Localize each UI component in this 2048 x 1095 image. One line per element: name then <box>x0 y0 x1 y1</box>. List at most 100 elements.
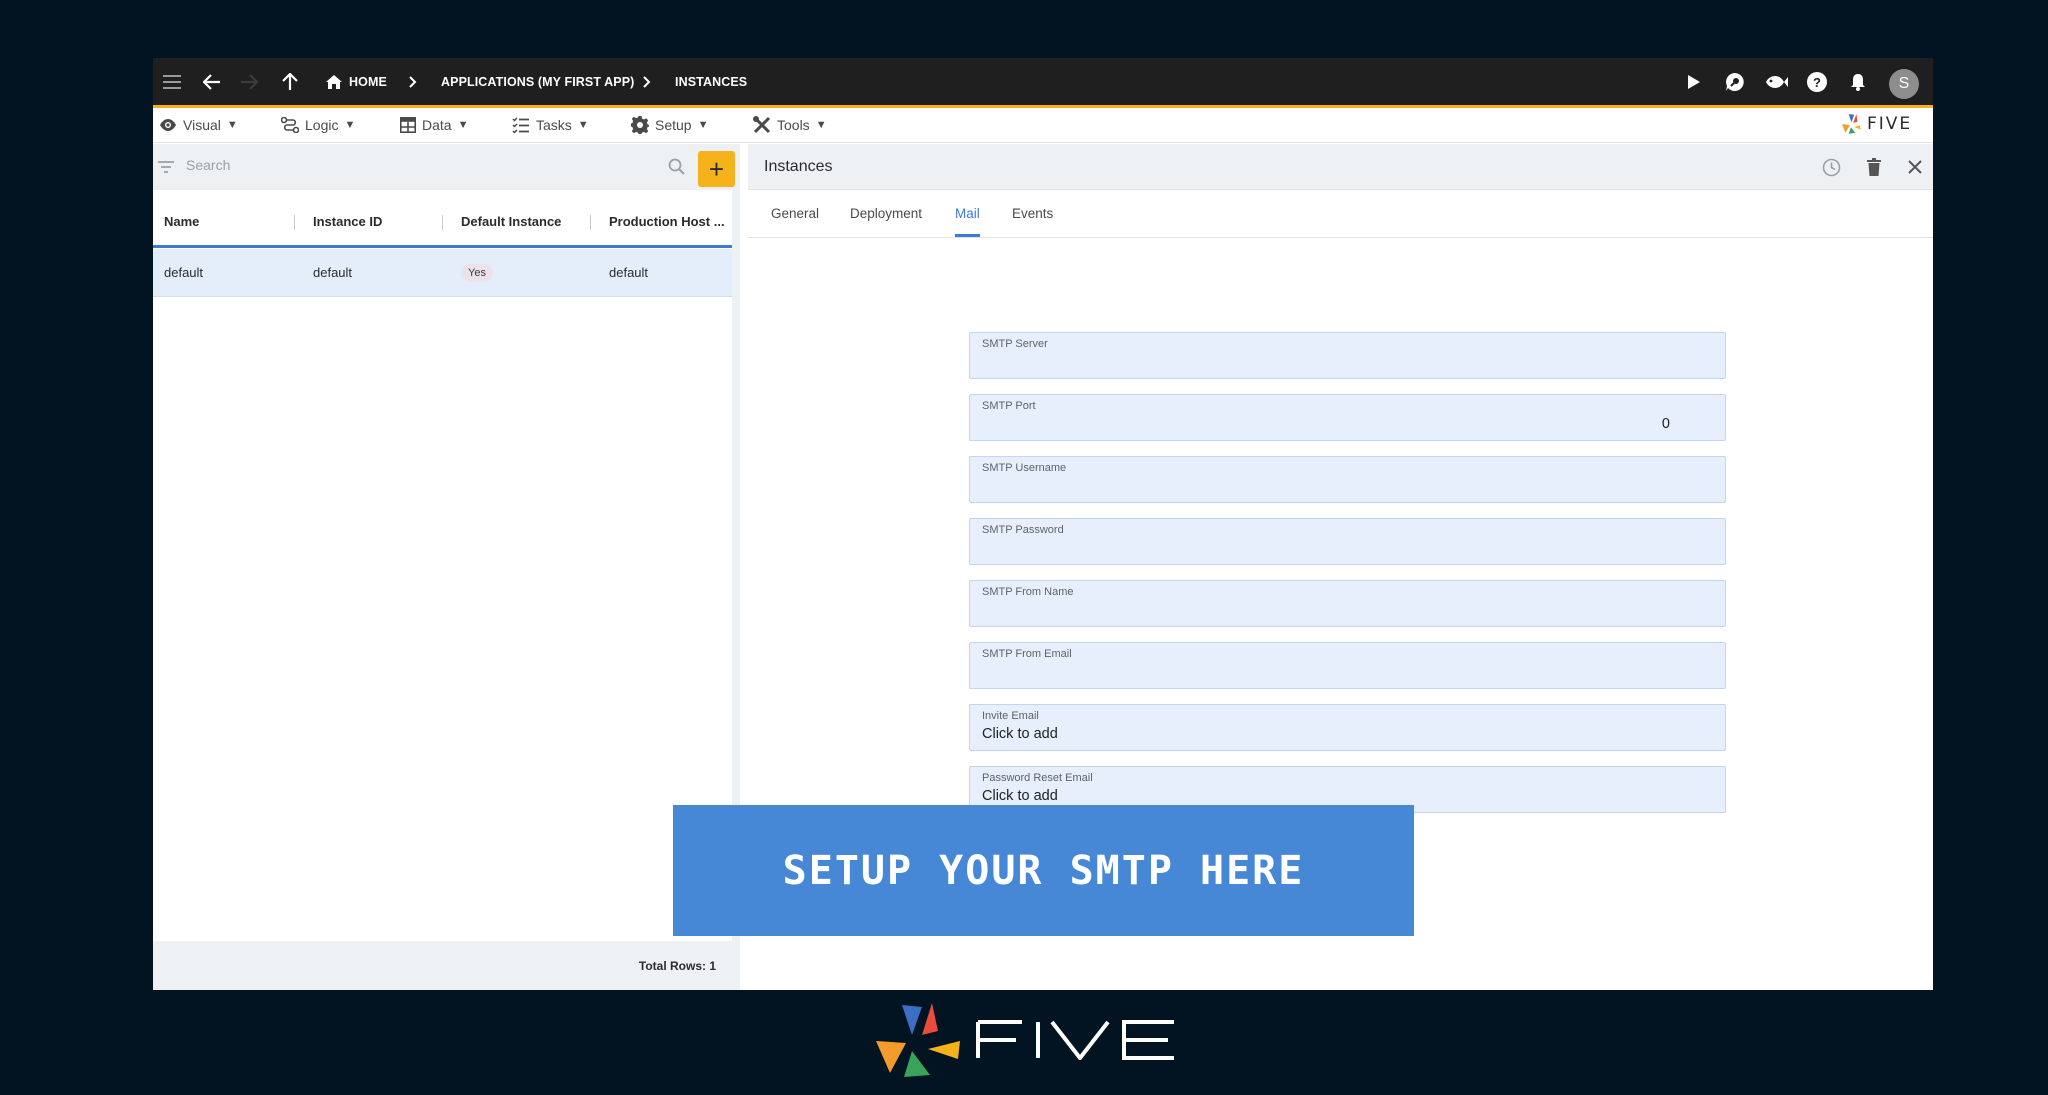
cell-instance-id: default <box>313 265 353 280</box>
field-label: SMTP Server <box>982 338 1048 350</box>
menu-logic[interactable]: Logic ▼ <box>281 108 355 142</box>
menu-tools[interactable]: Tools ▼ <box>753 108 827 142</box>
filter-icon[interactable] <box>158 160 174 178</box>
search-bar: Search + <box>153 144 740 190</box>
logic-icon <box>281 117 299 133</box>
svg-text:?: ? <box>1813 75 1821 90</box>
invite-email-field[interactable]: Invite Email Click to add <box>969 704 1726 751</box>
checklist-icon <box>512 117 529 133</box>
menu-setup[interactable]: Setup ▼ <box>631 108 708 142</box>
detail-header: Instances <box>748 144 1933 190</box>
tools-icon <box>753 116 771 134</box>
field-label: Password Reset Email <box>982 772 1093 784</box>
callout-banner: SETUP YOUR SMTP HERE <box>673 805 1414 936</box>
add-button[interactable]: + <box>698 151 735 187</box>
menu-data[interactable]: Data ▼ <box>400 108 468 142</box>
field-value: Click to add <box>982 788 1058 804</box>
smtp-username-field[interactable]: SMTP Username <box>969 456 1726 503</box>
tab-events[interactable]: Events <box>1012 190 1053 237</box>
table-row[interactable]: default default Yes default <box>153 249 732 297</box>
search-input[interactable]: Search <box>186 157 230 173</box>
five-brand-text: FIVE <box>1867 114 1913 134</box>
column-default-instance[interactable]: Default Instance <box>461 198 561 245</box>
caret-down-icon: ▼ <box>344 119 356 131</box>
cell-default-instance: Yes <box>461 249 493 296</box>
five-logo <box>874 1000 1176 1080</box>
field-label: SMTP Username <box>982 462 1067 474</box>
breadcrumb-instances[interactable]: INSTANCES <box>675 58 747 105</box>
fish-icon[interactable] <box>1763 58 1789 105</box>
table-icon <box>400 117 416 133</box>
menu-tasks-label: Tasks <box>536 117 572 133</box>
table-header: Name Instance ID Default Instance Produc… <box>153 198 732 248</box>
column-divider[interactable] <box>590 215 591 230</box>
delete-icon[interactable] <box>1867 144 1881 190</box>
chevron-right-icon <box>409 58 417 105</box>
smtp-password-field[interactable]: SMTP Password <box>969 518 1726 565</box>
forward-arrow-icon[interactable] <box>238 58 260 105</box>
search-icon[interactable] <box>668 158 685 180</box>
gear-icon <box>631 116 649 134</box>
home-icon[interactable] <box>325 58 343 105</box>
search-bubble-icon[interactable] <box>1723 58 1747 105</box>
tab-deployment[interactable]: Deployment <box>850 190 922 237</box>
smtp-server-field[interactable]: SMTP Server <box>969 332 1726 379</box>
menu-logic-label: Logic <box>305 117 339 133</box>
caret-down-icon: ▼ <box>226 119 238 131</box>
caret-down-icon: ▼ <box>815 119 827 131</box>
total-rows: Total Rows: 1 <box>638 958 716 973</box>
list-pane: Search + Name Instance ID Default Instan… <box>153 144 740 990</box>
menu-tasks[interactable]: Tasks ▼ <box>512 108 589 142</box>
menu-data-label: Data <box>422 117 452 133</box>
field-value: Click to add <box>982 726 1058 742</box>
menu-visual-label: Visual <box>183 117 221 133</box>
field-label: SMTP From Email <box>982 648 1072 660</box>
smtp-from-email-field[interactable]: SMTP From Email <box>969 642 1726 689</box>
caret-down-icon: ▼ <box>457 119 469 131</box>
status-badge: Yes <box>461 263 493 282</box>
caret-down-icon: ▼ <box>577 119 589 131</box>
column-instance-id[interactable]: Instance ID <box>313 198 382 245</box>
field-label: SMTP Password <box>982 524 1064 536</box>
column-divider[interactable] <box>442 215 443 230</box>
menu-tools-label: Tools <box>777 117 810 133</box>
close-icon[interactable] <box>1908 144 1922 190</box>
menu-icon[interactable] <box>161 58 183 105</box>
notification-bell-icon[interactable] <box>1848 58 1868 105</box>
tab-bar: General Deployment Mail Events <box>748 190 1933 238</box>
menu-bar: Visual ▼ Logic ▼ Data ▼ Tasks ▼ Setup ▼ … <box>153 108 1933 143</box>
back-arrow-icon[interactable] <box>201 58 223 105</box>
smtp-from-name-field[interactable]: SMTP From Name <box>969 580 1726 627</box>
field-label: Invite Email <box>982 710 1039 722</box>
avatar[interactable]: S <box>1889 69 1919 99</box>
field-label: SMTP Port <box>982 400 1036 412</box>
menu-setup-label: Setup <box>655 117 692 133</box>
column-production-host[interactable]: Production Host ... <box>609 198 725 245</box>
column-name[interactable]: Name <box>164 198 199 245</box>
list-footer: Total Rows: 1 <box>153 941 732 990</box>
cell-name: default <box>164 265 204 280</box>
chevron-right-icon <box>643 58 651 105</box>
field-value: 0 <box>1661 416 1670 432</box>
five-logo-small: FIVE <box>1841 113 1912 135</box>
breadcrumb-home[interactable]: HOME <box>349 58 387 105</box>
breadcrumb-applications[interactable]: APPLICATIONS (MY FIRST APP) <box>441 58 634 105</box>
tab-general[interactable]: General <box>771 190 819 237</box>
tab-mail[interactable]: Mail <box>955 190 980 237</box>
caret-down-icon: ▼ <box>697 119 709 131</box>
column-divider[interactable] <box>294 215 295 230</box>
menu-visual[interactable]: Visual ▼ <box>159 108 238 142</box>
page-title: Instances <box>764 158 833 175</box>
smtp-port-field[interactable]: SMTP Port 0 <box>969 394 1726 441</box>
up-arrow-icon[interactable] <box>279 58 301 105</box>
top-bar: HOME APPLICATIONS (MY FIRST APP) INSTANC… <box>153 58 1933 108</box>
five-logo-icon <box>876 1003 960 1077</box>
eye-icon <box>160 119 176 131</box>
five-wordmark <box>976 1020 1174 1060</box>
play-icon[interactable] <box>1683 58 1705 105</box>
history-icon[interactable] <box>1822 144 1841 190</box>
five-logo-icon <box>1842 114 1861 134</box>
field-label: SMTP From Name <box>982 586 1074 598</box>
help-icon[interactable]: ? <box>1806 58 1828 105</box>
cell-production-host: default <box>609 265 649 280</box>
